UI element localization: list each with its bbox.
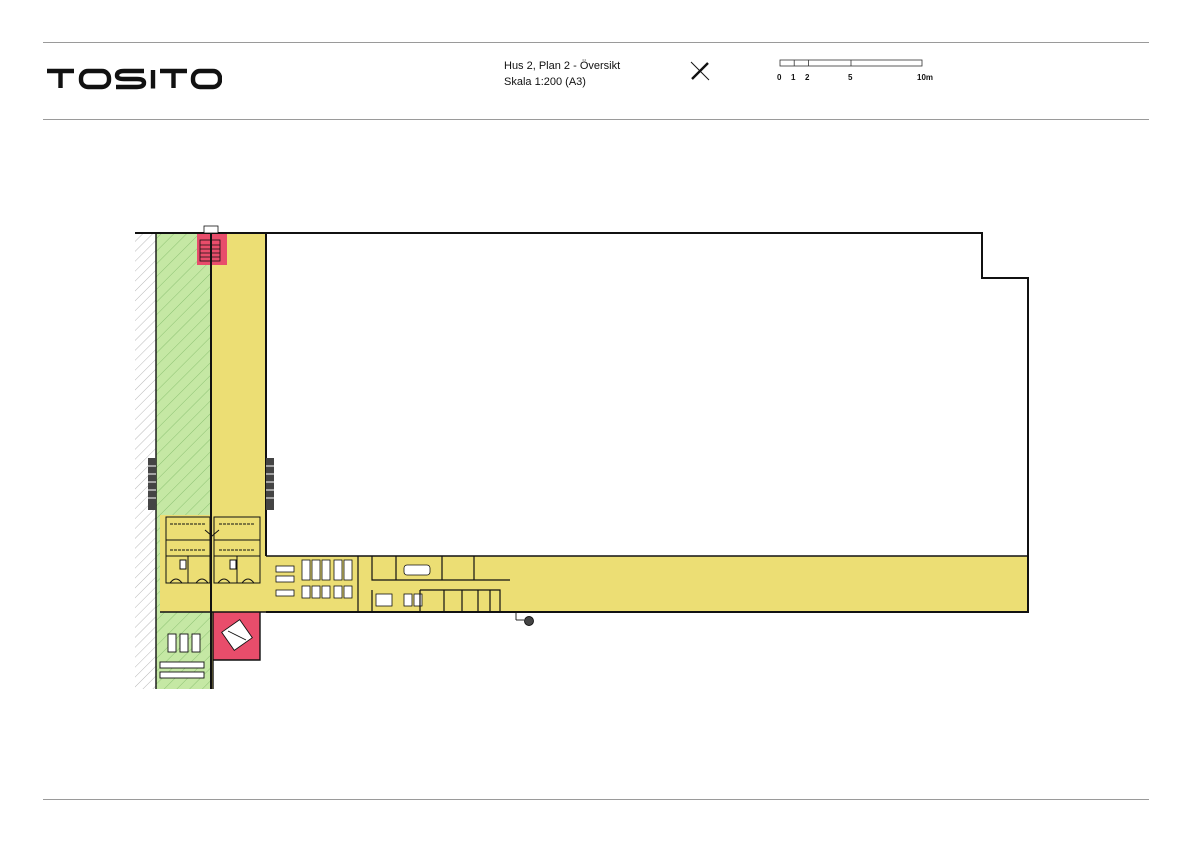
yellow-rooms-block xyxy=(160,515,266,612)
yellow-east-wing xyxy=(507,556,1028,612)
green-zone xyxy=(156,233,211,689)
corridor-walls xyxy=(155,233,1028,689)
drain-symbol xyxy=(515,612,534,626)
floor-plan xyxy=(135,225,1029,689)
